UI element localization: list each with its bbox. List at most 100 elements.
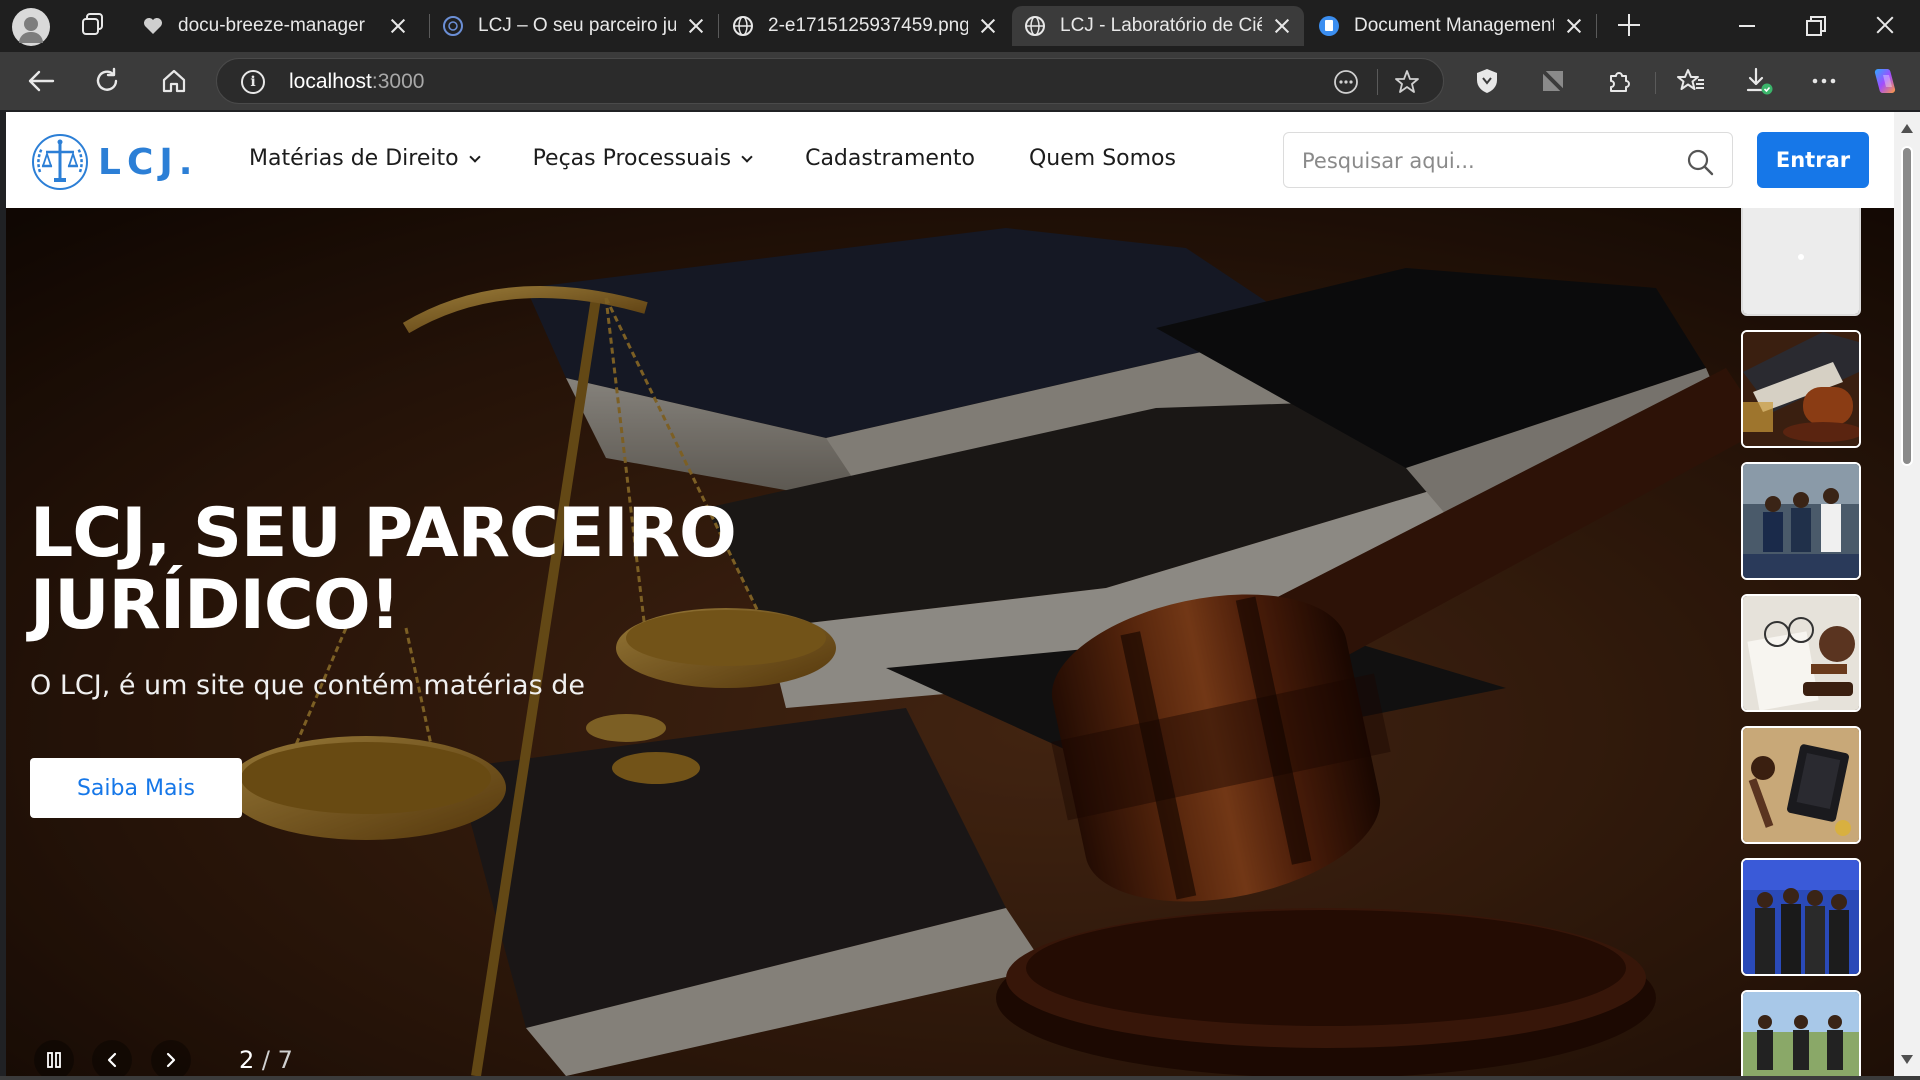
nav-cadastramento[interactable]: Cadastramento: [805, 146, 975, 171]
thumbnail-tablet-gavel-image: [1743, 728, 1859, 842]
reload-icon: [96, 67, 118, 91]
page-scrollbar[interactable]: [1894, 112, 1920, 1076]
new-tab-button[interactable]: [1614, 10, 1644, 40]
site-logo[interactable]: LCJ.: [30, 132, 198, 192]
saiba-mais-button[interactable]: Saiba Mais: [30, 758, 242, 818]
site-header: LCJ. Matérias de Direito Peças Processua…: [6, 112, 1894, 208]
scroll-down-arrow-icon[interactable]: [1901, 1055, 1913, 1064]
puzzle-icon: [1610, 72, 1630, 92]
chevron-down-icon: [468, 150, 481, 163]
more-dots-icon: [1812, 78, 1836, 84]
hero-slider: LCJ, SEU PARCEIRO JURÍDICO! O LCJ, é um …: [6, 208, 1894, 1076]
tab-title: 2-e1715125937459.png (: [768, 15, 968, 36]
back-arrow-icon: [28, 70, 55, 92]
search-icon[interactable]: [1686, 148, 1714, 176]
copilot-icon: [1874, 69, 1896, 93]
shield-icon: [1477, 69, 1497, 93]
tab-divider: [718, 14, 719, 38]
settings-menu-button[interactable]: [1807, 64, 1841, 98]
thumbnail-4[interactable]: [1741, 594, 1861, 712]
scrollbar-thumb[interactable]: [1901, 146, 1913, 466]
hero-title: LCJ, SEU PARCEIRO JURÍDICO!: [30, 494, 737, 645]
profile-avatar-icon[interactable]: [12, 8, 50, 46]
close-tab-icon[interactable]: [1272, 16, 1292, 36]
tab-title: Document Management: [1354, 15, 1554, 36]
favorite-star-icon[interactable]: [1394, 69, 1420, 95]
tab-title: LCJ - Laboratório de Ciências: [1060, 15, 1262, 36]
globe-icon: [732, 15, 754, 37]
browser-tab-bar: docu-breeze-manager LCJ – O seu parceiro…: [0, 0, 1920, 52]
thumbnail-glasses-gavel-image: [1743, 596, 1859, 710]
thumbnail-3[interactable]: [1741, 462, 1861, 580]
close-window-button[interactable]: [1870, 10, 1900, 40]
thumbnail-6[interactable]: [1741, 858, 1861, 976]
back-button[interactable]: [24, 64, 58, 98]
nav-quem-somos[interactable]: Quem Somos: [1029, 146, 1176, 171]
tab-divider: [1596, 14, 1597, 38]
thumbnail-1[interactable]: [1741, 208, 1861, 316]
window-bottom-edge: [0, 1076, 1920, 1080]
login-button[interactable]: Entrar: [1757, 132, 1869, 188]
extensions-button[interactable]: [1602, 64, 1636, 98]
thumbnail-5[interactable]: [1741, 726, 1861, 844]
search-box: [1283, 132, 1733, 188]
thumbnail-outdoor-group-image: [1743, 992, 1859, 1076]
slide-counter: 2 / 7: [239, 1046, 293, 1074]
close-tab-icon[interactable]: [686, 16, 706, 36]
extension-button[interactable]: [1536, 64, 1570, 98]
copilot-button[interactable]: [1868, 64, 1902, 98]
globe-icon: [1024, 15, 1046, 37]
tab-title: docu-breeze-manager: [178, 15, 365, 36]
nav-materias-de-direito[interactable]: Matérias de Direito: [249, 146, 481, 171]
next-slide-button[interactable]: [151, 1040, 191, 1076]
nav-label: Cadastramento: [805, 146, 975, 171]
omnibox-divider: [1377, 69, 1378, 95]
tab-png-image[interactable]: 2-e1715125937459.png (: [720, 6, 1010, 46]
pause-button[interactable]: [34, 1040, 74, 1076]
workspaces-icon[interactable]: [80, 12, 106, 38]
thumbnail-2[interactable]: [1741, 330, 1861, 448]
main-navigation: Matérias de Direito Peças Processuais Ca…: [249, 146, 1230, 171]
thumbnail-blank-image: [1743, 208, 1859, 314]
globe-icon: [442, 15, 464, 37]
url-text: localhost:3000: [289, 70, 424, 94]
minimize-button[interactable]: [1733, 10, 1763, 40]
favorites-button[interactable]: [1674, 64, 1708, 98]
total-slides: 7: [277, 1046, 293, 1074]
reload-button[interactable]: [90, 64, 124, 98]
current-slide: 2: [239, 1046, 255, 1074]
previous-slide-button[interactable]: [92, 1040, 132, 1076]
thumbnail-7[interactable]: [1741, 990, 1861, 1076]
brave-shield-button[interactable]: [1470, 64, 1504, 98]
nav-label: Peças Processuais: [532, 146, 732, 171]
read-aloud-icon[interactable]: [1333, 69, 1359, 95]
close-tab-icon[interactable]: [388, 16, 408, 36]
pause-icon: [47, 1052, 61, 1068]
tab-lcj-parceiro[interactable]: LCJ – O seu parceiro jurídico: [430, 6, 718, 46]
chevron-down-icon: [741, 150, 753, 163]
hero-subtitle: O LCJ, é um site que contém matérias de: [30, 670, 585, 701]
site-info-icon[interactable]: i: [241, 70, 265, 94]
nav-label: Quem Somos: [1028, 146, 1176, 171]
chevron-left-icon: [107, 1052, 117, 1068]
search-input[interactable]: [1302, 147, 1662, 175]
close-tab-icon[interactable]: [978, 16, 998, 36]
extension-flag-icon: [1541, 69, 1565, 93]
document-icon: [1318, 15, 1340, 37]
nav-pecas-processuais[interactable]: Peças Processuais: [532, 146, 753, 171]
address-bar[interactable]: i localhost:3000: [216, 58, 1444, 104]
url-host: localhost: [289, 70, 372, 93]
thumbnail-group-photo-image: [1743, 860, 1859, 974]
tab-lcj-laboratorio[interactable]: LCJ - Laboratório de Ciências: [1012, 6, 1304, 46]
thumbnail-students-image: [1743, 464, 1859, 578]
close-tab-icon[interactable]: [1564, 16, 1584, 36]
scroll-up-arrow-icon[interactable]: [1901, 124, 1913, 133]
downloads-button[interactable]: [1742, 64, 1776, 98]
restore-button[interactable]: [1801, 10, 1831, 40]
home-button[interactable]: [157, 64, 191, 98]
tab-docu-breeze[interactable]: docu-breeze-manager: [130, 6, 420, 46]
page-viewport: LCJ. Matérias de Direito Peças Processua…: [6, 112, 1894, 1076]
tab-document-management[interactable]: Document Management: [1306, 6, 1596, 46]
scales-of-justice-logo-icon: [32, 134, 88, 190]
home-icon: [162, 69, 186, 93]
